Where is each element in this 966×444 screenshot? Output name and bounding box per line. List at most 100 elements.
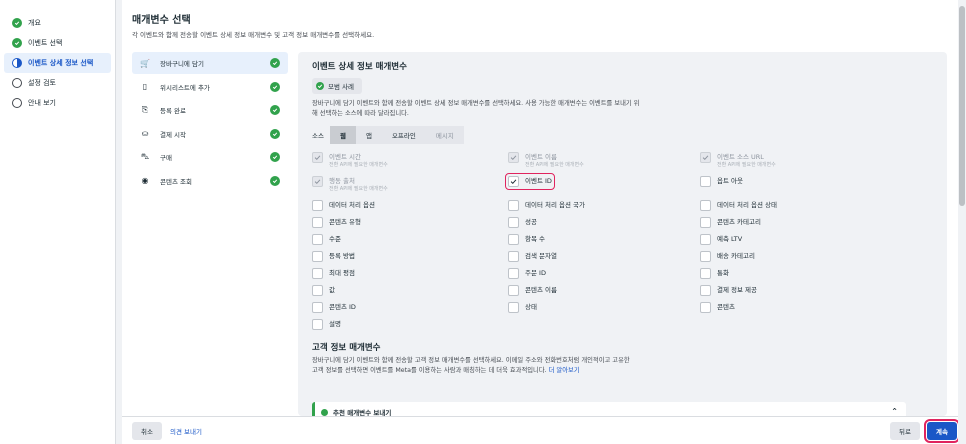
parameter-checkbox[interactable]: 콘텐츠 이름 (508, 285, 557, 296)
checkbox-icon[interactable] (700, 302, 711, 313)
checkbox-icon[interactable] (700, 176, 711, 187)
parameter-checkbox[interactable]: 설명 (312, 319, 341, 330)
parameter-label: 통화 (717, 269, 729, 277)
parameter-checkbox[interactable]: 옵트 아웃 (700, 176, 743, 187)
event-label: 장바구니에 담기 (160, 60, 204, 68)
parameter-label: 데이터 처리 옵션 상태 (717, 201, 778, 209)
event-item[interactable]: ◉ 콘텐츠 조회 (132, 170, 288, 192)
parameter-checkbox[interactable]: 콘텐츠 ID (312, 302, 356, 313)
checkbox-icon[interactable] (700, 200, 711, 211)
checkbox-checked-icon[interactable] (508, 176, 519, 187)
cancel-button[interactable]: 취소 (132, 422, 162, 440)
parameter-checkbox[interactable]: 결제 정보 제공 (700, 285, 757, 296)
check-circle-icon (270, 152, 280, 162)
checkbox-icon[interactable] (312, 234, 323, 245)
source-tab[interactable]: 오프라인 (381, 126, 426, 144)
step-label: 설정 검토 (28, 79, 56, 87)
parameter-checkbox[interactable]: 상태 (508, 302, 537, 313)
checkbox-icon[interactable] (312, 268, 323, 279)
send-feedback-link[interactable]: 의견 보내기 (168, 422, 204, 440)
parameter-checkbox: 이벤트 소스 URL 전환 API에 필요한 매개변수 (700, 152, 776, 169)
checkbox-icon[interactable] (508, 302, 519, 313)
parameter-checkbox[interactable]: 검색 문자열 (508, 251, 557, 262)
step-item[interactable]: 이벤트 상세 정보 선택 (4, 53, 111, 73)
parameter-label: 데이터 처리 옵션 국가 (525, 201, 586, 209)
parameter-checkbox[interactable]: 데이터 처리 옵션 상태 (700, 200, 777, 211)
parameter-checkbox[interactable]: 콘텐츠 (700, 302, 735, 313)
parameter-checkbox[interactable]: 이벤트 ID (505, 173, 555, 190)
checkbox-icon[interactable] (312, 319, 323, 330)
parameter-label: 등록 방법 (329, 252, 355, 260)
parameter-checkbox[interactable]: 콘텐츠 유형 (312, 217, 361, 228)
source-selector: 소스 웹 앱 오프라인 메시지 (312, 126, 464, 144)
checkbox-icon[interactable] (312, 302, 323, 313)
parameter-checkbox[interactable]: 주문 ID (508, 268, 546, 279)
parameter-checkbox[interactable]: 콘텐츠 카테고리 (700, 217, 761, 228)
event-label: 구매 (160, 154, 172, 162)
parameter-checkbox[interactable]: 값 (312, 285, 335, 296)
main-panel: 매개변수 선택 각 이벤트와 함께 전송할 이벤트 상세 정보 매개변수 및 고… (122, 0, 960, 444)
parameter-label: 옵트 아웃 (717, 177, 743, 185)
step-item[interactable]: 개요 (0, 13, 115, 33)
checkbox-icon[interactable] (508, 268, 519, 279)
parameter-label: 콘텐츠 이름 (525, 286, 557, 294)
parameter-checkbox[interactable]: 배송 카테고리 (700, 251, 755, 262)
parameter-checkbox[interactable]: 최대 평점 (312, 268, 355, 279)
checkbox-icon[interactable] (312, 285, 323, 296)
check-circle-icon (270, 128, 280, 139)
continue-button[interactable]: 계속 (924, 419, 960, 443)
event-detail-params-title: 이벤트 상세 정보 매개변수 (312, 62, 407, 72)
checkbox-checked-icon (700, 152, 711, 163)
parameter-checkbox[interactable]: 데이터 처리 옵션 국가 (508, 200, 585, 211)
scrollbar-thumb[interactable] (959, 6, 965, 206)
checkbox-icon[interactable] (312, 251, 323, 262)
checkbox-icon[interactable] (312, 217, 323, 228)
checkbox-icon[interactable] (508, 251, 519, 262)
checkbox-icon[interactable] (508, 234, 519, 245)
parameter-checkbox[interactable]: 항목 수 (508, 234, 545, 245)
step-item[interactable]: 안내 보기 (0, 93, 115, 113)
parameter-label: 콘텐츠 (717, 303, 735, 311)
event-label: 콘텐츠 조회 (160, 177, 192, 186)
purchase-bag-icon: ⛍ (140, 152, 150, 161)
parameter-checkbox[interactable]: 등록 방법 (312, 251, 355, 262)
parameter-label: 수준 (329, 235, 341, 243)
best-practice-label: 모범 사례 (328, 83, 354, 91)
checkbox-icon[interactable] (700, 217, 711, 228)
event-item[interactable]: 🛒 장바구니에 담기 (132, 52, 288, 74)
checkbox-icon[interactable] (508, 217, 519, 228)
parameter-checkbox[interactable]: 성공 (508, 217, 537, 228)
parameter-checkbox[interactable]: 데이터 처리 옵션 (312, 200, 375, 211)
step-item[interactable]: 이벤트 선택 (0, 33, 115, 53)
source-tab[interactable]: 웹 (329, 126, 356, 144)
checkbox-checked-icon (312, 176, 323, 187)
checkbox-icon[interactable] (700, 251, 711, 262)
step-label: 개요 (28, 19, 41, 27)
step-item[interactable]: 설정 검토 (0, 73, 115, 93)
event-item[interactable]: ⎘ 등록 완료 (132, 99, 288, 121)
checkbox-icon[interactable] (700, 285, 711, 296)
event-item[interactable]: ⛀ 결제 시작 (132, 123, 288, 145)
parameter-checkbox[interactable]: 예측 LTV (700, 234, 742, 245)
parameter-label: 예측 LTV (717, 235, 743, 243)
checkbox-icon[interactable] (508, 285, 519, 296)
parameter-checkbox[interactable]: 통화 (700, 268, 729, 279)
event-item[interactable]: ▯ 위시리스트에 추가 (132, 76, 288, 98)
parameter-label: 상태 (525, 303, 537, 311)
learn-more-link[interactable]: 더 알아보기 (549, 367, 580, 374)
chevron-up-icon[interactable]: ⌃ (891, 407, 898, 416)
source-tab[interactable]: 앱 (355, 126, 382, 144)
checkbox-icon[interactable] (312, 200, 323, 211)
checkbox-icon[interactable] (508, 200, 519, 211)
parameter-checkbox: 이벤트 시간 전환 API에 필요한 매개변수 (312, 152, 388, 169)
parameter-checkbox[interactable]: 수준 (312, 234, 341, 245)
back-button[interactable]: 뒤로 (890, 422, 920, 440)
page-scrollbar[interactable] (958, 0, 966, 444)
recommended-params-card[interactable]: 추천 매개변수 보내기 ⌃ (312, 402, 906, 416)
checkout-icon: ⛀ (141, 129, 149, 138)
event-item[interactable]: ⛍ 구매 (132, 146, 288, 168)
checkbox-icon[interactable] (700, 234, 711, 245)
bookmark-icon: ▯ (142, 82, 148, 91)
source-tab: 메시지 (425, 126, 464, 144)
checkbox-icon[interactable] (700, 268, 711, 279)
